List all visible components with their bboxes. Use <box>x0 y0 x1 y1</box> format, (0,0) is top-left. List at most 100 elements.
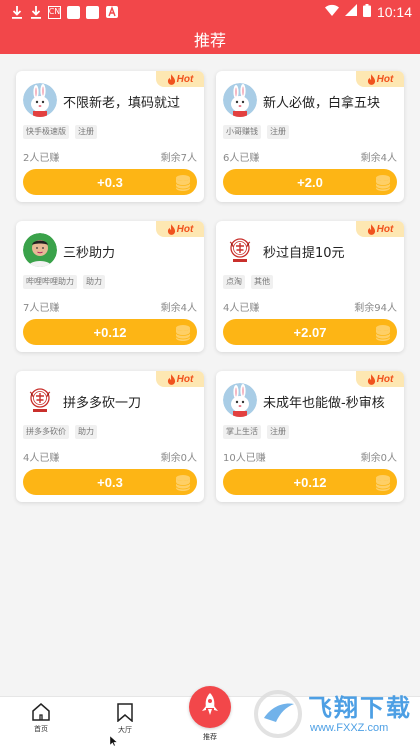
hot-badge-label: Hot <box>376 373 394 385</box>
task-card[interactable]: Hot 不限新老，填码就过快手极速版 注册 2人已赚 剩余7人 +0.3 <box>16 71 204 202</box>
task-tag: 拼多多砍价 <box>23 425 69 439</box>
mouse-cursor-icon <box>110 736 118 746</box>
task-remaining-count: 剩余4人 <box>160 303 197 314</box>
task-reward-button[interactable]: +0.3 <box>23 169 197 195</box>
notification-badge-icon: CN <box>48 5 61 19</box>
hot-badge-label: Hot <box>376 223 394 235</box>
task-reward-amount: +0.3 <box>97 174 123 190</box>
task-tags: 拼多多砍价 助力 <box>23 425 97 439</box>
task-avatar <box>23 83 57 117</box>
task-reward-button[interactable]: +0.3 <box>23 469 197 495</box>
task-tag: 注册 <box>267 425 289 439</box>
nav-home[interactable]: 首页 <box>11 703 71 734</box>
wifi-icon <box>324 4 339 20</box>
seal-avatar-icon <box>23 383 57 417</box>
task-earned-count: 4人已赚 <box>223 303 260 314</box>
flame-icon <box>167 224 176 235</box>
task-tag: 点淘 <box>223 275 245 289</box>
task-avatar <box>223 83 257 117</box>
task-avatar <box>223 233 257 267</box>
coin-stack-icon <box>375 174 391 192</box>
task-tag: 掌上生活 <box>223 425 261 439</box>
task-remaining-count: 剩余0人 <box>360 453 397 464</box>
clock: 10:14 <box>376 4 412 20</box>
person-avatar-icon <box>23 233 57 267</box>
task-title: 不限新老，填码就过 <box>63 96 181 111</box>
task-title: 三秒助力 <box>63 246 116 261</box>
status-bar-left: CN <box>10 5 118 19</box>
font-app-icon <box>105 6 118 19</box>
task-card[interactable]: Hot 三秒助力哔哩哔哩助力 助力 7人已赚 剩余4人 +0.12 <box>16 221 204 352</box>
task-title: 新人必做，白拿五块 <box>263 96 381 111</box>
nav-recommend-label: 推荐 <box>203 733 217 741</box>
rocket-icon <box>202 693 218 721</box>
task-earned-count: 4人已赚 <box>23 453 60 464</box>
task-tag: 快手极速版 <box>23 125 69 139</box>
task-card[interactable]: Hot 拼多多砍一刀 拼多多砍价 助力 4人已赚 剩余0人 +0.3 <box>16 371 204 502</box>
task-earned-count: 2人已赚 <box>23 153 60 164</box>
hot-badge-label: Hot <box>176 73 194 85</box>
task-earned-count: 6人已赚 <box>223 153 260 164</box>
nav-hall[interactable]: 大厅 <box>95 703 155 735</box>
task-reward-button[interactable]: +2.07 <box>223 319 397 345</box>
watermark: 飞翔下载 www.FXXZ.com <box>252 688 418 740</box>
nav-hall-label: 大厅 <box>118 726 132 734</box>
task-remaining-count: 剩余94人 <box>354 303 397 314</box>
task-reward-button[interactable]: +2.0 <box>223 169 397 195</box>
flame-icon <box>367 374 376 385</box>
task-tag: 注册 <box>75 125 97 139</box>
coin-stack-icon <box>175 474 191 492</box>
task-tags: 掌上生活 注册 <box>223 425 289 439</box>
flame-icon <box>367 224 376 235</box>
task-reward-button[interactable]: +0.12 <box>23 319 197 345</box>
rabbit-avatar-icon <box>223 383 257 417</box>
hot-badge-label: Hot <box>176 223 194 235</box>
task-tags: 快手极速版 注册 <box>23 125 97 139</box>
task-card[interactable]: Hot 未成年也能做-秒审核 掌上生活 注册 10人已赚 剩余0人 +0.12 <box>216 371 404 502</box>
task-title: 秒过自提10元 <box>263 246 345 261</box>
nav-recommend-button[interactable] <box>189 686 231 728</box>
task-card[interactable]: Hot 新人必做，白拿五块 小哥赚钱 注册 6人已赚 剩余4人 +2.0 <box>216 71 404 202</box>
hot-badge: Hot <box>156 71 204 87</box>
bookmark-icon <box>116 703 134 722</box>
task-remaining-count: 剩余7人 <box>160 153 197 164</box>
task-tag: 哔哩哔哩助力 <box>23 275 77 289</box>
hot-badge: Hot <box>356 221 404 237</box>
task-reward-amount: +2.07 <box>293 324 327 340</box>
task-reward-button[interactable]: +0.12 <box>223 469 397 495</box>
task-reward-amount: +0.12 <box>293 474 327 490</box>
notification-app-icon <box>86 5 99 19</box>
coin-stack-icon <box>175 324 191 342</box>
task-meta: 4人已赚 剩余94人 <box>223 299 397 314</box>
coin-stack-icon <box>375 474 391 492</box>
task-avatar <box>223 383 257 417</box>
task-avatar <box>23 233 57 267</box>
hot-badge: Hot <box>156 371 204 387</box>
task-reward-amount: +2.0 <box>297 174 323 190</box>
task-earned-count: 10人已赚 <box>223 453 266 464</box>
task-title: 拼多多砍一刀 <box>63 396 142 411</box>
rabbit-avatar-icon <box>223 83 257 117</box>
download-icon <box>10 5 23 19</box>
flame-icon <box>367 74 376 85</box>
task-tag: 其他 <box>251 275 273 289</box>
task-tag: 小哥赚钱 <box>223 125 261 139</box>
seal-avatar-icon <box>223 233 257 267</box>
home-icon <box>31 703 51 721</box>
task-meta: 7人已赚 剩余4人 <box>23 299 197 314</box>
flame-icon <box>167 374 176 385</box>
task-card[interactable]: Hot 秒过自提10元点淘 其他 4人已赚 剩余94人 +2.07 <box>216 221 404 352</box>
task-meta: 6人已赚 剩余4人 <box>223 149 397 164</box>
task-reward-amount: +0.12 <box>93 324 127 340</box>
watermark-url: www.FXXZ.com <box>310 722 389 734</box>
hot-badge: Hot <box>356 371 404 387</box>
watermark-text: 飞翔下载 <box>308 694 412 722</box>
flame-icon <box>167 74 176 85</box>
task-avatar <box>23 383 57 417</box>
notification-app-icon <box>67 5 80 19</box>
task-tag: 助力 <box>75 425 97 439</box>
rabbit-avatar-icon <box>23 83 57 117</box>
task-tags: 点淘 其他 <box>223 275 273 289</box>
task-tag: 助力 <box>83 275 105 289</box>
hot-badge-label: Hot <box>176 373 194 385</box>
